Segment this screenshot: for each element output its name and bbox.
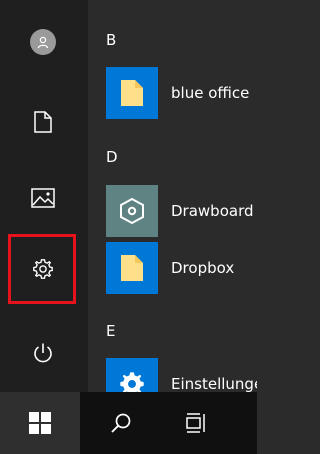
gear-icon [33,259,53,279]
search-button[interactable] [93,392,149,454]
folder-icon [121,255,143,281]
task-view-icon [186,413,205,433]
app-item-einstellungen[interactable]: Einstellungen [106,358,257,392]
gear-icon [120,372,144,392]
app-item-drawboard[interactable]: Drawboard [106,185,257,237]
user-icon [37,36,49,49]
app-item-dropbox[interactable]: Dropbox [106,242,257,294]
start-menu-rail [0,0,88,392]
task-view-button[interactable] [168,392,224,454]
group-letter-e[interactable]: E [106,322,115,340]
document-icon [34,111,52,133]
settings-button[interactable] [14,246,72,292]
app-label: Dropbox [171,259,235,277]
windows-logo-icon [29,412,51,434]
app-item-blue-office[interactable]: blue office [106,67,257,119]
taskbar [0,392,257,454]
power-button[interactable] [14,330,72,376]
drawboard-icon [120,197,144,225]
folder-icon [121,80,143,106]
app-tile [106,185,158,237]
user-avatar [30,29,56,55]
group-letter-d[interactable]: D [106,148,118,166]
pictures-button[interactable] [14,175,72,221]
group-letter-b[interactable]: B [106,31,116,49]
search-icon [111,413,131,433]
app-label: blue office [171,84,250,102]
app-label: Drawboard [171,202,254,220]
app-label: Einstellungen [171,375,257,392]
account-button[interactable] [14,19,72,65]
documents-button[interactable] [14,99,72,145]
pictures-icon [31,188,55,208]
app-tile [106,242,158,294]
start-button[interactable] [0,392,80,454]
app-tile [106,358,158,392]
power-icon [34,343,52,363]
app-list: B blue office D Drawboard Dropbox E Eins… [88,0,257,392]
app-tile [106,67,158,119]
